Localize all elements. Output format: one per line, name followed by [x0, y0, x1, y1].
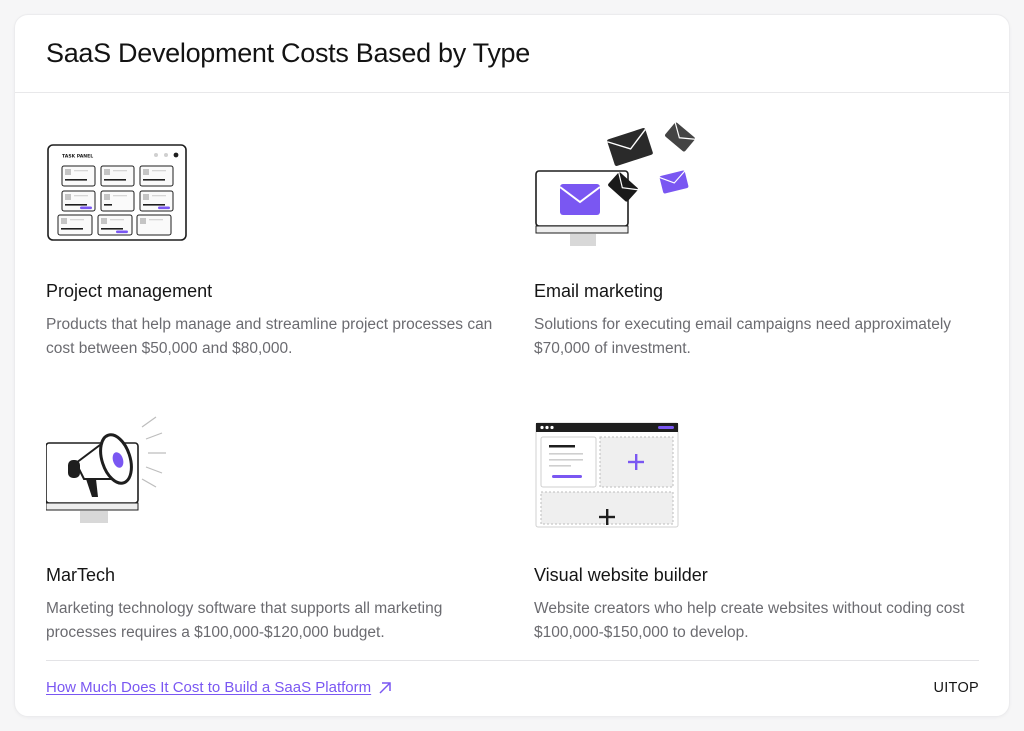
task-panel-label: TASK PANEL — [62, 154, 93, 160]
source-link[interactable]: How Much Does It Cost to Build a SaaS Pl… — [46, 679, 393, 696]
brand-name: UITOP — [933, 680, 979, 696]
item-description: Products that help manage and streamline… — [46, 316, 493, 357]
item-title: Email marketing — [534, 281, 664, 301]
website-builder-icon — [534, 405, 714, 545]
card-header: SaaS Development Costs Based by Type — [15, 15, 1009, 93]
email-envelopes-icon — [534, 121, 714, 261]
item-description: Website creators who help create website… — [534, 600, 965, 641]
item-title: Visual website builder — [534, 565, 708, 585]
item-description: Solutions for executing email campaigns … — [534, 316, 952, 357]
cost-grid: TASK PANEL Project management Products t… — [46, 93, 980, 661]
card-title: SaaS Development Costs Based by Type — [46, 38, 530, 68]
item-title: Project management — [46, 281, 213, 301]
card-footer: How Much Does It Cost to Build a SaaS Pl… — [46, 660, 979, 718]
item-description: Marketing technology software that suppo… — [46, 600, 443, 641]
cost-card: SaaS Development Costs Based by Type TAS… — [14, 14, 1010, 717]
item-title: MarTech — [46, 565, 116, 585]
megaphone-icon — [46, 405, 226, 545]
task-panel-icon: TASK PANEL — [46, 121, 226, 261]
arrow-up-right-icon — [377, 680, 393, 696]
source-link-text: How Much Does It Cost to Build a SaaS Pl… — [46, 679, 372, 696]
